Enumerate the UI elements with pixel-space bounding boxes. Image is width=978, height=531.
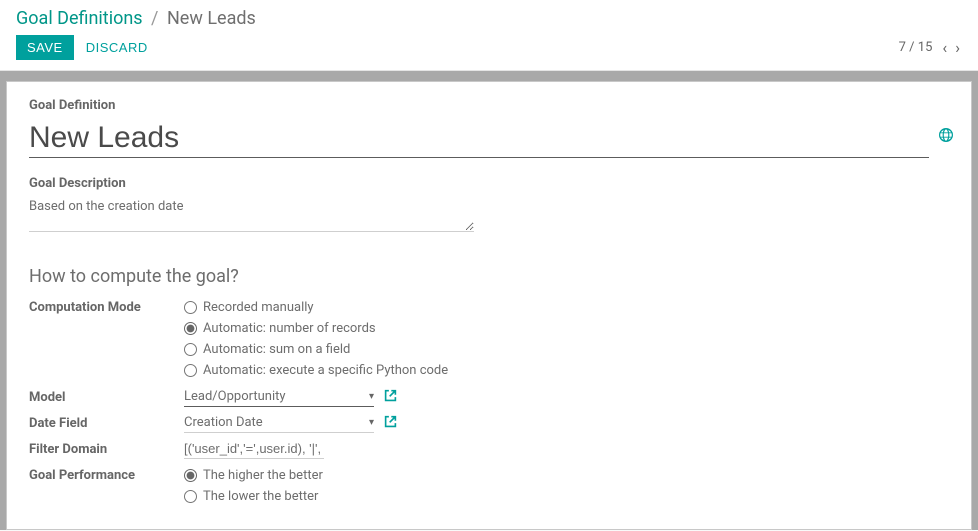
computation-mode-option-label[interactable]: Recorded manually — [203, 300, 314, 315]
pager-next-icon[interactable]: › — [953, 38, 962, 57]
filter-domain-input[interactable] — [184, 439, 324, 459]
model-select[interactable]: Lead/Opportunity ▾ — [184, 387, 374, 407]
model-value: Lead/Opportunity — [184, 389, 286, 404]
pager-counter: 7 / 15 — [899, 40, 933, 55]
date-field-select[interactable]: Creation Date ▾ — [184, 413, 374, 433]
computation-mode-radio-manually[interactable] — [184, 301, 197, 314]
external-link-icon[interactable] — [384, 389, 397, 406]
breadcrumb-current: New Leads — [167, 8, 256, 29]
goal-definition-label: Goal Definition — [29, 98, 949, 113]
goal-performance-radio-higher[interactable] — [184, 469, 197, 482]
computation-mode-option-label[interactable]: Automatic: sum on a field — [203, 342, 350, 357]
computation-mode-radio-python[interactable] — [184, 364, 197, 377]
pager-prev-icon[interactable]: ‹ — [940, 38, 949, 57]
goal-performance-label: Goal Performance — [29, 465, 184, 483]
breadcrumb: Goal Definitions / New Leads — [16, 8, 962, 29]
caret-down-icon: ▾ — [369, 417, 374, 428]
external-link-icon[interactable] — [384, 415, 397, 432]
computation-mode-label: Computation Mode — [29, 297, 184, 315]
computation-mode-option-label[interactable]: Automatic: execute a specific Python cod… — [203, 363, 448, 378]
computation-mode-radio-sum-field[interactable] — [184, 343, 197, 356]
model-label: Model — [29, 387, 184, 405]
breadcrumb-parent[interactable]: Goal Definitions — [16, 8, 143, 29]
goal-description-label: Goal Description — [29, 176, 949, 191]
globe-icon[interactable] — [939, 128, 953, 146]
goal-description-textarea[interactable]: Based on the creation date — [29, 197, 474, 232]
goal-name-input[interactable] — [29, 119, 929, 158]
caret-down-icon: ▾ — [369, 391, 374, 402]
filter-domain-label: Filter Domain — [29, 439, 184, 457]
breadcrumb-separator: / — [151, 8, 158, 29]
computation-mode-radio-number-records[interactable] — [184, 322, 197, 335]
goal-performance-option-label[interactable]: The lower the better — [203, 489, 318, 504]
computation-mode-option-label[interactable]: Automatic: number of records — [203, 321, 376, 336]
date-field-label: Date Field — [29, 413, 184, 431]
goal-performance-radio-lower[interactable] — [184, 490, 197, 503]
compute-section-title: How to compute the goal? — [29, 266, 949, 287]
goal-performance-option-label[interactable]: The higher the better — [203, 468, 323, 483]
save-button[interactable]: SAVE — [16, 35, 74, 60]
date-field-value: Creation Date — [184, 415, 263, 430]
discard-button[interactable]: DISCARD — [86, 40, 148, 55]
